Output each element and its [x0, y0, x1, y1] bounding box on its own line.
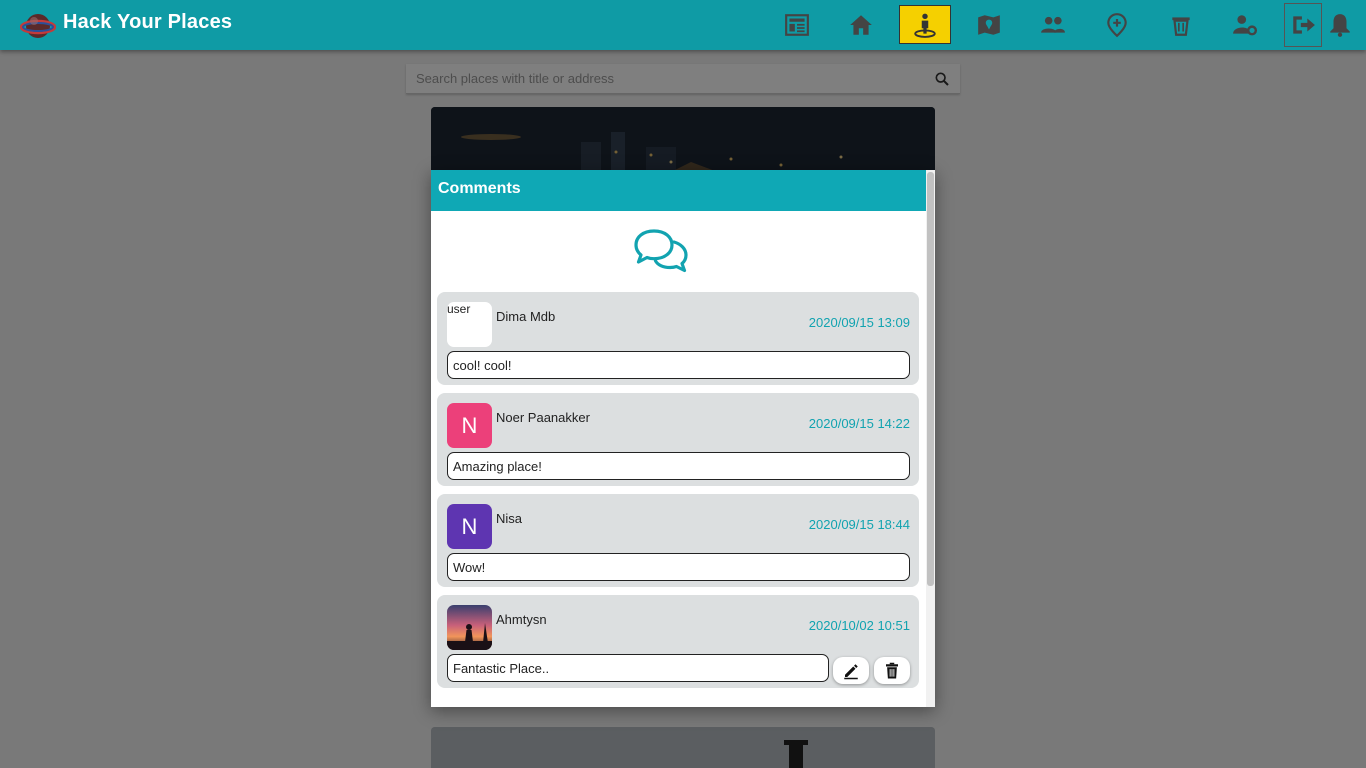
avatar-photo-image — [447, 605, 492, 650]
scrollbar-thumb[interactable] — [927, 172, 934, 586]
comment-text: cool! cool! — [447, 351, 910, 379]
nav-trash-button[interactable] — [1155, 5, 1207, 44]
trash-icon — [886, 662, 898, 678]
modal-header: Comments — [431, 170, 926, 211]
user-settings-icon — [1233, 14, 1258, 35]
nav-add-location-button[interactable] — [1091, 5, 1143, 44]
comment-date: 2020/10/02 10:51 — [808, 618, 910, 633]
top-navbar: Hack Your Places — [0, 0, 1366, 50]
nav-notifications-button[interactable] — [1322, 5, 1358, 44]
newspaper-icon — [785, 13, 809, 36]
comment-item: N Nisa 2020/09/15 18:44 Wow! — [437, 494, 919, 587]
add-location-icon — [1107, 12, 1127, 37]
comment-date: 2020/09/15 18:44 — [808, 517, 910, 532]
person-pin-icon — [914, 13, 936, 38]
comment-item: Ahmtysn 2020/10/02 10:51 Fantastic Place… — [437, 595, 919, 688]
comment-username: Dima Mdb — [496, 309, 556, 324]
trash-bin-icon — [1172, 16, 1190, 36]
app-logo-icon[interactable] — [20, 10, 56, 42]
nav-map-button[interactable] — [963, 5, 1015, 44]
comment-item: user Dima Mdb 2020/09/15 13:09 cool! coo… — [437, 292, 919, 385]
nav-people-button[interactable] — [1027, 5, 1079, 44]
comment-text: Fantastic Place.. — [447, 654, 829, 682]
comment-username: Ahmtysn — [496, 612, 547, 627]
comment-date: 2020/09/15 13:09 — [808, 315, 910, 330]
comment-username: Nisa — [496, 511, 523, 526]
avatar: N — [447, 504, 492, 549]
delete-comment-button[interactable] — [874, 657, 910, 684]
nav-user-settings-button[interactable] — [1219, 5, 1271, 44]
app-brand-title[interactable]: Hack Your Places — [63, 11, 232, 34]
comment-text: Amazing place! — [447, 452, 910, 480]
avatar — [447, 605, 492, 650]
home-icon — [850, 14, 872, 35]
comments-icon — [634, 229, 688, 273]
comments-modal: Comments user Dima Mdb 2020/09/15 13:09 … — [431, 170, 935, 707]
comment-date: 2020/09/15 14:22 — [808, 416, 910, 431]
avatar: user — [447, 302, 492, 347]
comment-text: Wow! — [447, 553, 910, 581]
comment-item: N Noer Paanakker 2020/09/15 14:22 Amazin… — [437, 393, 919, 486]
people-icon — [1041, 16, 1065, 33]
nav-logout-button[interactable] — [1284, 3, 1322, 47]
edit-comment-button[interactable] — [833, 657, 869, 684]
avatar-letter: N — [461, 513, 478, 539]
comment-username: Noer Paanakker — [496, 410, 590, 425]
nav-person-pin-button[interactable] — [899, 5, 951, 44]
pencil-icon — [844, 663, 858, 679]
map-icon — [978, 14, 1000, 35]
modal-scrollbar[interactable] — [926, 170, 935, 707]
modal-title: Comments — [438, 180, 521, 197]
avatar-alt-text: user — [447, 302, 471, 316]
nav-feed-button[interactable] — [771, 5, 823, 44]
avatar: N — [447, 403, 492, 448]
bell-icon — [1330, 13, 1350, 37]
nav-home-button[interactable] — [835, 5, 887, 44]
logout-icon — [1293, 16, 1315, 34]
avatar-letter: N — [461, 412, 478, 438]
